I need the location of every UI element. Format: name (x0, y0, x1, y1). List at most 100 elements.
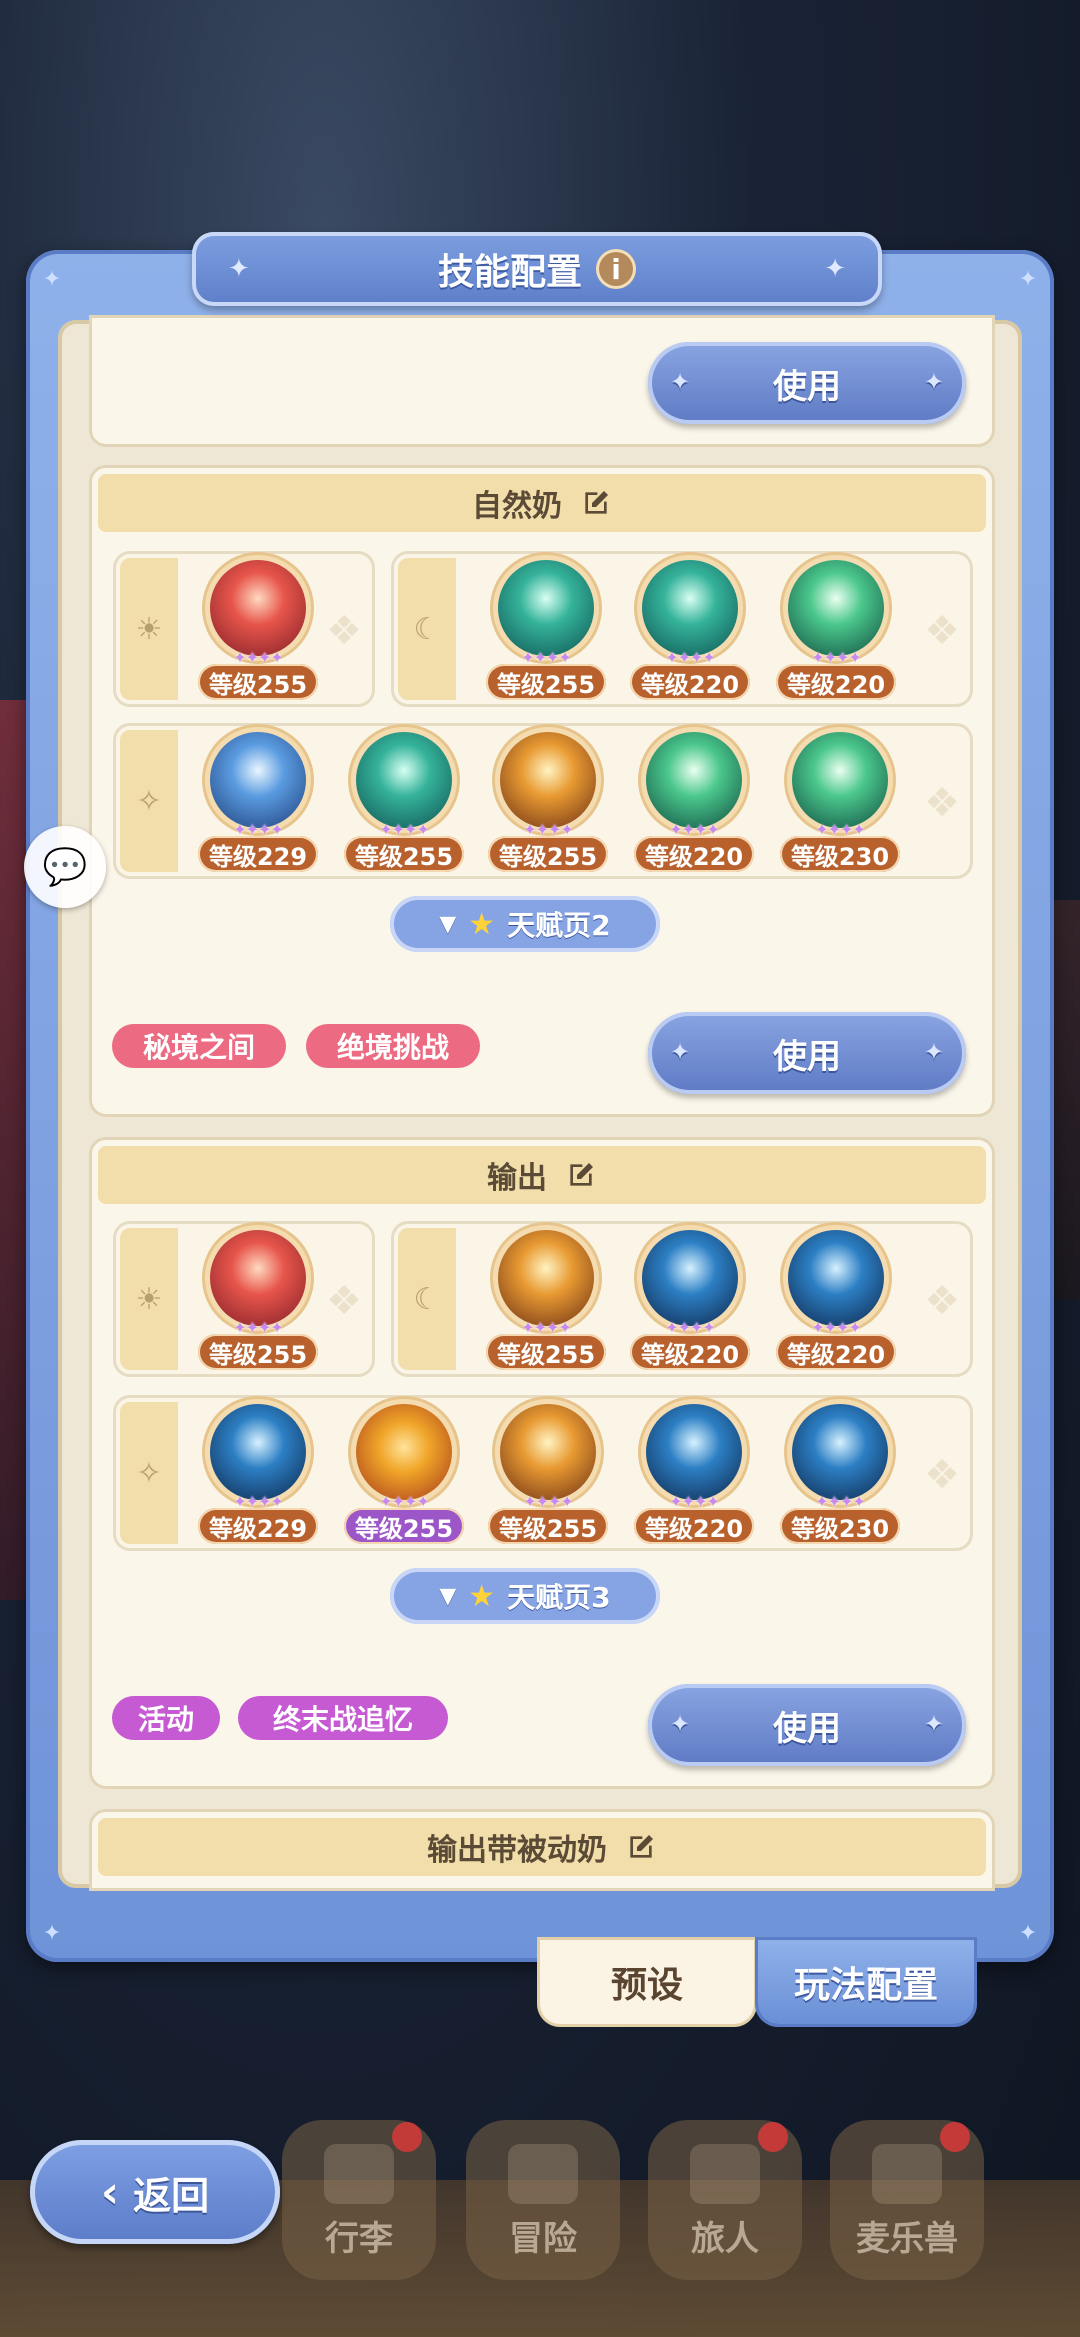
skill-slot[interactable]: ✦✦✦✦ 等级230 (780, 1398, 900, 1548)
swords-icon (508, 2144, 578, 2204)
skill-icon (792, 732, 888, 828)
star-icon: ★ (468, 1578, 496, 1614)
skill-level-badge: 等级220 (634, 836, 754, 872)
decor-icon: ✦ (228, 254, 250, 284)
panel-title-bar: ✦ 技能配置 i ✦ (192, 232, 882, 306)
use-button[interactable]: ✦ 使用 ✦ (648, 1684, 966, 1766)
loadout-name-header: 输出 (98, 1146, 986, 1204)
skill-slot[interactable]: ✦✦✦✦ 等级255 (344, 726, 464, 876)
skill-icon (788, 560, 884, 656)
back-button[interactable]: ‹ 返回 (30, 2140, 280, 2244)
talent-page-label: 天赋页2 (507, 909, 611, 942)
info-icon[interactable]: i (596, 249, 636, 289)
skill-slot[interactable]: ✦✦✦✦ 等级220 (630, 554, 750, 704)
skill-slot[interactable]: ✦✦✦✦ 等级255 (198, 554, 318, 704)
skill-icon (210, 1230, 306, 1326)
nav-item-luggage[interactable]: 行李 (282, 2120, 436, 2280)
loadout-name: 自然奶 (472, 489, 562, 524)
talent-page-label: 天赋页3 (507, 1581, 611, 1614)
skill-slot[interactable]: ✦✦✦✦ 等级255 (344, 1398, 464, 1548)
decor-icon: ✦ (824, 254, 846, 284)
use-button[interactable]: ✦ 使用 ✦ (648, 1012, 966, 1094)
skill-icon (498, 1230, 594, 1326)
star-icon: ✧ (120, 730, 178, 872)
nav-item-adventure[interactable]: 冒险 (466, 2120, 620, 2280)
sun-skill-row: ☀ ❖ ✦✦✦✦ 等级255 (116, 554, 372, 704)
panel-title: 技能配置 (437, 252, 582, 293)
moon-icon: ☾ (398, 1228, 456, 1370)
skill-icon (792, 1404, 888, 1500)
skill-slot[interactable]: ✦✦✦✦ 等级255 (486, 554, 606, 704)
nav-item-traveler[interactable]: 旅人 (648, 2120, 802, 2280)
moon-skill-row: ☾ ❖ ✦✦✦✦ 等级255 ✦✦✦✦ 等级220 ✦✦✦✦ 等级220 (394, 554, 970, 704)
skill-level-badge: 等级255 (488, 836, 608, 872)
skill-level-badge: 等级255 (344, 836, 464, 872)
skill-slot[interactable]: ✦✦✦✦ 等级230 (780, 726, 900, 876)
skill-icon (356, 1404, 452, 1500)
star-icon: ✧ (120, 1402, 178, 1544)
loadout-card-previous: ✦ 使用 ✦ (92, 318, 992, 444)
notification-dot (758, 2122, 788, 2152)
dropdown-arrow-icon: ▼ (439, 911, 457, 937)
back-arrow-icon: ‹ (100, 2166, 120, 2218)
skill-slot[interactable]: ✦✦✦✦ 等级220 (634, 1398, 754, 1548)
loadout-name: 输出 (487, 1161, 547, 1196)
use-button[interactable]: ✦ 使用 ✦ (648, 342, 966, 424)
skill-icon (500, 732, 596, 828)
decor-icon: ❖ (924, 780, 960, 826)
background-scene-right (1050, 900, 1080, 1300)
loadout-name-header: 自然奶 (98, 474, 986, 532)
sun-icon: ☀ (120, 1228, 178, 1370)
skill-level-badge: 等级230 (780, 1508, 900, 1544)
skill-level-badge: 等级255 (344, 1508, 464, 1544)
skill-icon (500, 1404, 596, 1500)
skill-level-badge: 等级220 (776, 664, 896, 700)
loadout-card-natural-healer: 自然奶 ☀ ❖ ✦✦✦✦ 等级255 ☾ ❖ ✦✦✦✦ 等级255 ✦✦✦✦ 等级22… (92, 468, 992, 1114)
skill-level-badge: 等级220 (634, 1508, 754, 1544)
skill-icon (498, 560, 594, 656)
chat-icon[interactable]: 💬 (24, 826, 106, 908)
skill-slot[interactable]: ✦✦✦✦ 等级220 (776, 554, 896, 704)
skill-icon (356, 732, 452, 828)
moon-icon: ☾ (398, 558, 456, 700)
star-skill-row: ✧ ❖ ✦✦✦✦ 等级229 ✦✦✦✦ 等级255 ✦✦✦✦ 等级255 ✦✦✦✦ 等级… (116, 726, 970, 876)
skill-slot[interactable]: ✦✦✦✦ 等级255 (488, 726, 608, 876)
skill-slot[interactable]: ✦✦✦✦ 等级229 (198, 1398, 318, 1548)
moon-skill-row: ☾ ❖ ✦✦✦✦ 等级255 ✦✦✦✦ 等级220 ✦✦✦✦ 等级220 (394, 1224, 970, 1374)
edit-icon[interactable] (625, 1831, 657, 1863)
mode-tag: 秘境之间 (112, 1024, 286, 1068)
skill-slot[interactable]: ✦✦✦✦ 等级229 (198, 726, 318, 876)
skill-level-badge: 等级255 (486, 1334, 606, 1370)
skill-slot[interactable]: ✦✦✦✦ 等级255 (488, 1398, 608, 1548)
tab-preset[interactable]: 预设 (540, 1940, 754, 2024)
edit-icon[interactable] (565, 1159, 597, 1191)
skill-icon (646, 732, 742, 828)
talent-page-dropdown[interactable]: ▼ ★ 天赋页2 (390, 896, 660, 952)
loadout-card-damage: 输出 ☀ ❖ ✦✦✦✦ 等级255 ☾ ❖ ✦✦✦✦ 等级255 ✦✦✦✦ 等级220… (92, 1140, 992, 1786)
edit-icon[interactable] (580, 487, 612, 519)
skill-slot[interactable]: ✦✦✦✦ 等级255 (198, 1224, 318, 1374)
decor-icon: ❖ (924, 608, 960, 654)
loadout-card-damage-passive-heal: 输出带被动奶 (92, 1812, 992, 1888)
traveler-avatar-icon (690, 2144, 760, 2204)
decor-icon: ❖ (326, 1278, 362, 1324)
skill-slot[interactable]: ✦✦✦✦ 等级220 (630, 1224, 750, 1374)
notification-dot (940, 2122, 970, 2152)
skill-slot[interactable]: ✦✦✦✦ 等级220 (776, 1224, 896, 1374)
skill-slot[interactable]: ✦✦✦✦ 等级220 (634, 726, 754, 876)
skill-level-badge: 等级229 (198, 836, 318, 872)
skill-level-badge: 等级220 (776, 1334, 896, 1370)
skill-level-badge: 等级255 (486, 664, 606, 700)
decor-icon: ❖ (326, 608, 362, 654)
mode-tag: 活动 (112, 1696, 220, 1740)
corner-ornament: ✦ (42, 1921, 62, 1946)
mode-tag: 绝境挑战 (306, 1024, 480, 1068)
nav-item-pet[interactable]: 麦乐兽 (830, 2120, 984, 2280)
skill-level-badge: 等级229 (198, 1508, 318, 1544)
skill-level-badge: 等级255 (198, 664, 318, 700)
decor-icon: ❖ (924, 1278, 960, 1324)
loadout-name-header: 输出带被动奶 (98, 1818, 986, 1876)
tab-play-config[interactable]: 玩法配置 (758, 1940, 974, 2024)
skill-slot[interactable]: ✦✦✦✦ 等级255 (486, 1224, 606, 1374)
talent-page-dropdown[interactable]: ▼ ★ 天赋页3 (390, 1568, 660, 1624)
